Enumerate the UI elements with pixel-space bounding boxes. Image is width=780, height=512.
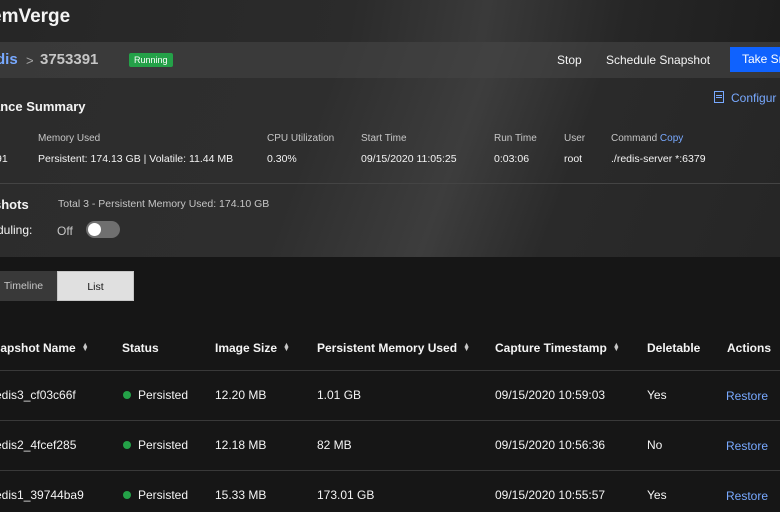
- snapshot-name: edis3_cf03c66f: [0, 388, 76, 402]
- top-bar: emVerge: [0, 0, 780, 42]
- snapshot-name: edis1_39744ba9: [0, 488, 84, 502]
- row-divider: [0, 470, 780, 471]
- command-header: Command Copy: [611, 133, 683, 144]
- start-time-value: 09/15/2020 11:05:25: [361, 153, 457, 165]
- sort-icon: ▲ ▼: [612, 342, 620, 353]
- configure-label: Configur: [731, 91, 777, 105]
- status-text: Persisted: [138, 488, 189, 502]
- col-capture-timestamp[interactable]: Capture Timestamp ▲ ▼: [495, 341, 620, 355]
- row-divider: [0, 420, 780, 421]
- col-image-size[interactable]: Image Size ▲ ▼: [215, 341, 290, 355]
- cpu-utilization-header: CPU Utilization: [267, 133, 335, 144]
- status-dot-icon: [123, 441, 131, 449]
- scheduling-toggle[interactable]: [86, 221, 120, 238]
- col-snapshot-name-label: napshot Name: [0, 341, 76, 355]
- image-size: 12.18 MB: [215, 438, 267, 452]
- col-actions: Actions: [727, 341, 772, 355]
- col-deletable: Deletable: [647, 341, 701, 355]
- deletable: Yes: [647, 388, 667, 402]
- snapshots-title: shots: [0, 197, 29, 212]
- take-snapshot-button[interactable]: Take Sn: [730, 47, 780, 72]
- persistent-memory-used: 173.01 GB: [317, 488, 375, 502]
- scheduling-label: duling:: [0, 223, 33, 237]
- snapshots-total: Total 3 - Persistent Memory Used: 174.10…: [58, 198, 270, 210]
- deletable: No: [647, 438, 663, 452]
- deletable: Yes: [647, 488, 667, 502]
- start-time-header: Start Time: [361, 133, 407, 144]
- toggle-knob: [88, 223, 101, 236]
- status-cell: Persisted: [123, 438, 188, 452]
- image-size: 12.20 MB: [215, 388, 267, 402]
- image-size: 15.33 MB: [215, 488, 267, 502]
- instance-id-value: 91: [0, 153, 8, 165]
- tab-timeline[interactable]: Timeline: [0, 271, 57, 301]
- restore-link[interactable]: Restore: [726, 439, 768, 453]
- run-time-header: Run Time: [494, 133, 537, 144]
- col-status: Status: [122, 341, 159, 355]
- brand-name: emVerge: [0, 6, 71, 27]
- command-value: ./redis-server *:6379: [611, 153, 706, 165]
- restore-link[interactable]: Restore: [726, 489, 768, 503]
- sort-icon: ▲ ▼: [463, 342, 470, 353]
- col-persistent-memory[interactable]: Persistent Memory Used ▲ ▼: [317, 341, 470, 355]
- status-cell: Persisted: [123, 488, 188, 502]
- user-value: root: [564, 153, 583, 165]
- command-header-label: Command: [611, 133, 658, 144]
- sort-icon: ▲ ▼: [81, 342, 89, 353]
- col-persistent-memory-label: Persistent Memory Used: [317, 341, 458, 355]
- instance-summary-title: ance Summary: [0, 99, 86, 114]
- persistent-memory-used: 1.01 GB: [317, 388, 362, 402]
- stop-button[interactable]: Stop: [557, 53, 582, 67]
- row-divider: [0, 370, 780, 371]
- status-dot-icon: [123, 391, 131, 399]
- configure-link[interactable]: Configur: [714, 91, 776, 105]
- col-snapshot-name[interactable]: napshot Name ▲ ▼: [0, 341, 89, 355]
- scheduling-state: Off: [57, 224, 73, 238]
- user-header: User: [564, 133, 586, 144]
- snapshot-name: edis2_4fcef285: [0, 438, 77, 452]
- col-image-size-label: Image Size: [215, 341, 278, 355]
- status-badge: Running: [129, 53, 173, 67]
- sort-icon: ▲ ▼: [283, 342, 290, 353]
- copy-command-link[interactable]: Copy: [660, 133, 683, 144]
- memory-used-value: Persistent: 174.13 GB | Volatile: 11.44 …: [38, 153, 234, 165]
- restore-link[interactable]: Restore: [726, 389, 768, 403]
- run-time-value: 0:03:06: [494, 153, 530, 165]
- capture-timestamp: 09/15/2020 10:59:03: [495, 388, 606, 402]
- tab-list[interactable]: List: [57, 271, 134, 301]
- breadcrumb-separator: >: [26, 53, 34, 68]
- persistent-memory-used: 82 MB: [317, 438, 352, 452]
- capture-timestamp: 09/15/2020 10:55:57: [495, 488, 606, 502]
- status-text: Persisted: [138, 388, 189, 402]
- breadcrumb-parent-link[interactable]: dis: [0, 51, 18, 68]
- section-divider: [0, 183, 780, 184]
- document-icon: [714, 91, 724, 103]
- memory-used-header: Memory Used: [38, 133, 101, 144]
- status-cell: Persisted: [123, 388, 188, 402]
- cpu-utilization-value: 0.30%: [267, 153, 297, 165]
- schedule-snapshot-button[interactable]: Schedule Snapshot: [606, 53, 710, 67]
- status-text: Persisted: [138, 438, 189, 452]
- instance-id: 3753391: [40, 51, 99, 68]
- status-dot-icon: [123, 491, 131, 499]
- col-capture-timestamp-label: Capture Timestamp: [495, 341, 607, 355]
- capture-timestamp: 09/15/2020 10:56:36: [495, 438, 606, 452]
